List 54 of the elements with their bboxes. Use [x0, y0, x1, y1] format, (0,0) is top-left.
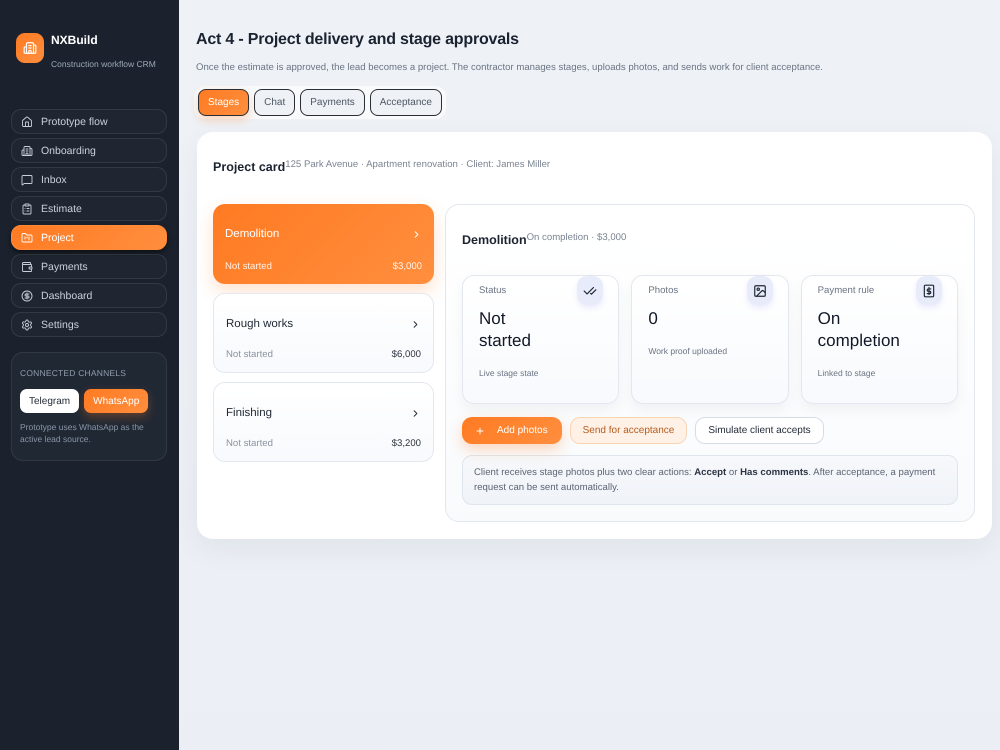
plus-icon: [475, 426, 485, 436]
card-meta: 125 Park Avenue · Apartment renovation · Client: James Miller: [285, 158, 550, 171]
card-title: Project card: [213, 159, 286, 176]
tab[interactable]: Acceptance: [370, 89, 442, 116]
stat-note: Live stage state: [479, 367, 539, 379]
send-button[interactable]: Send for acceptance: [570, 417, 688, 444]
stat-label: Payment rule: [818, 285, 874, 297]
stage-amount: $6,000: [392, 348, 421, 361]
stage-name: Rough works: [226, 317, 294, 331]
stage-status: Not started: [226, 437, 273, 450]
tab[interactable]: Payments: [300, 89, 365, 116]
stage-name: Demolition: [225, 227, 280, 241]
simulate-button[interactable]: Simulate client accepts: [695, 417, 824, 444]
stat-note: Work proof uploaded: [648, 345, 728, 357]
page-description: Once the estimate is approved, the lead becomes a project. The contractor manages stages, uploads photos, and sends work for client acceptance.: [196, 61, 823, 74]
building-logo-icon: [16, 33, 44, 63]
building-icon: [21, 144, 33, 156]
channels-title: CONNECTED CHANNELS: [20, 368, 128, 379]
settings-icon: [21, 318, 33, 330]
stage-status: Not started: [225, 260, 272, 273]
wallet-icon: [21, 260, 33, 272]
tab[interactable]: Chat: [254, 89, 296, 116]
stage-item[interactable]: Finishing Not started $3,200: [213, 382, 434, 462]
stage-meta: On completion · $3,000: [526, 231, 626, 244]
stage-amount: $3,200: [392, 437, 421, 450]
stage-title: Demolition: [462, 232, 527, 249]
sidebar-nav-item[interactable]: Payments: [11, 254, 167, 279]
brand-tagline: Construction workflow CRM: [51, 59, 156, 70]
stage-amount: $3,000: [392, 260, 422, 273]
stage-name: Finishing: [226, 406, 272, 420]
stat-value: On completion: [818, 308, 900, 352]
sidebar-nav-item[interactable]: Inbox: [11, 167, 167, 192]
channels-note: Prototype uses WhatsApp as the active lead source.: [20, 422, 145, 445]
stat-value: 0: [648, 308, 658, 330]
clipboard-icon: [21, 202, 33, 214]
sidebar-nav-item[interactable]: Prototype flow: [11, 109, 167, 134]
folder-icon: [21, 232, 33, 244]
page-title: Act 4 - Project delivery and stage approvals: [196, 30, 519, 50]
stage-item[interactable]: Rough works Not started $6,000: [213, 293, 434, 373]
sidebar-nav-item[interactable]: Settings: [11, 312, 167, 337]
stat-label: Photos: [648, 285, 678, 297]
sidebar-nav-item[interactable]: Onboarding: [11, 138, 167, 163]
info-note: Client receives stage photos plus two clear actions: Accept or Has comments. After acceptance, a payment request can be sent automatically.: [462, 455, 958, 505]
home-icon: [21, 116, 33, 128]
dollar-coin-icon: [21, 290, 33, 302]
brand-name: NXBuild: [51, 33, 99, 47]
channel-button[interactable]: Telegram: [20, 389, 80, 413]
stage-status: Not started: [226, 348, 273, 361]
sidebar-nav-item[interactable]: Estimate: [11, 196, 167, 221]
stat-label: Status: [479, 285, 506, 297]
stat-note: Linked to stage: [818, 367, 876, 379]
stat-value: Not started: [479, 308, 531, 352]
chat-bubble-icon: [21, 174, 33, 186]
sidebar-nav-item[interactable]: Dashboard: [11, 283, 167, 308]
